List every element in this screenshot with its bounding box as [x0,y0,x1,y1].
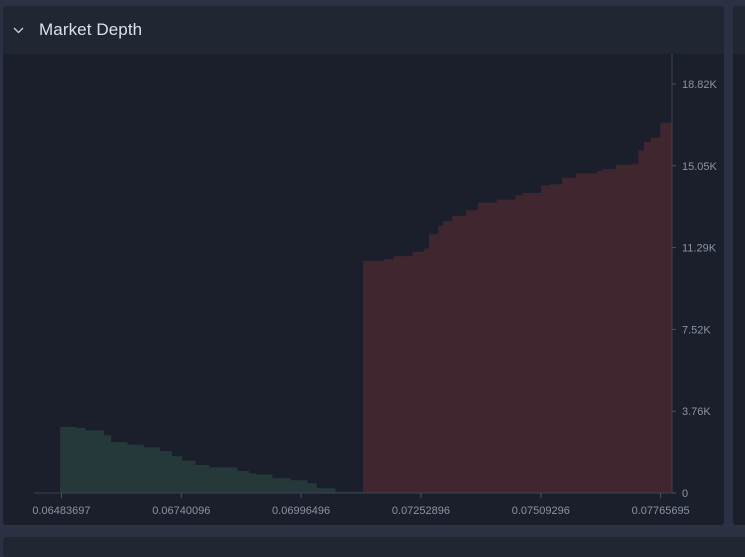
panel-title: Market Depth [39,20,142,40]
y-tick-label: 3.76K [682,406,711,418]
y-tick-label: 11.29K [682,243,717,255]
ask-depth-area [363,123,672,493]
depth-chart-svg: 0.06483697 0.06740096 0.06996496 0.07252896… [3,54,724,525]
bid-depth-area [60,427,362,493]
x-tick-label: 0.07765695 [632,505,690,517]
adjacent-panel [733,6,745,525]
y-tick-label: 0 [682,488,688,500]
x-tick-label: 0.06740096 [152,505,210,517]
x-tick-label: 0.06996496 [272,505,330,517]
depth-chart[interactable]: 0.06483697 0.06740096 0.06996496 0.07252896… [3,54,724,525]
y-tick-label: 15.05K [682,161,718,173]
bottom-panel [3,537,745,557]
y-tick-label: 18.82K [682,79,718,91]
x-tick-label: 0.06483697 [32,505,90,517]
y-tick-label: 7.52K [682,324,711,336]
adjacent-panel-header [733,6,745,54]
market-depth-panel: Market Depth 0.06483697 0.06740096 0.06996… [3,6,724,525]
x-tick-label: 0.07252896 [392,505,450,517]
x-tick-label: 0.07509296 [512,505,570,517]
chevron-down-icon[interactable] [13,27,39,34]
panel-header[interactable]: Market Depth [3,6,724,54]
